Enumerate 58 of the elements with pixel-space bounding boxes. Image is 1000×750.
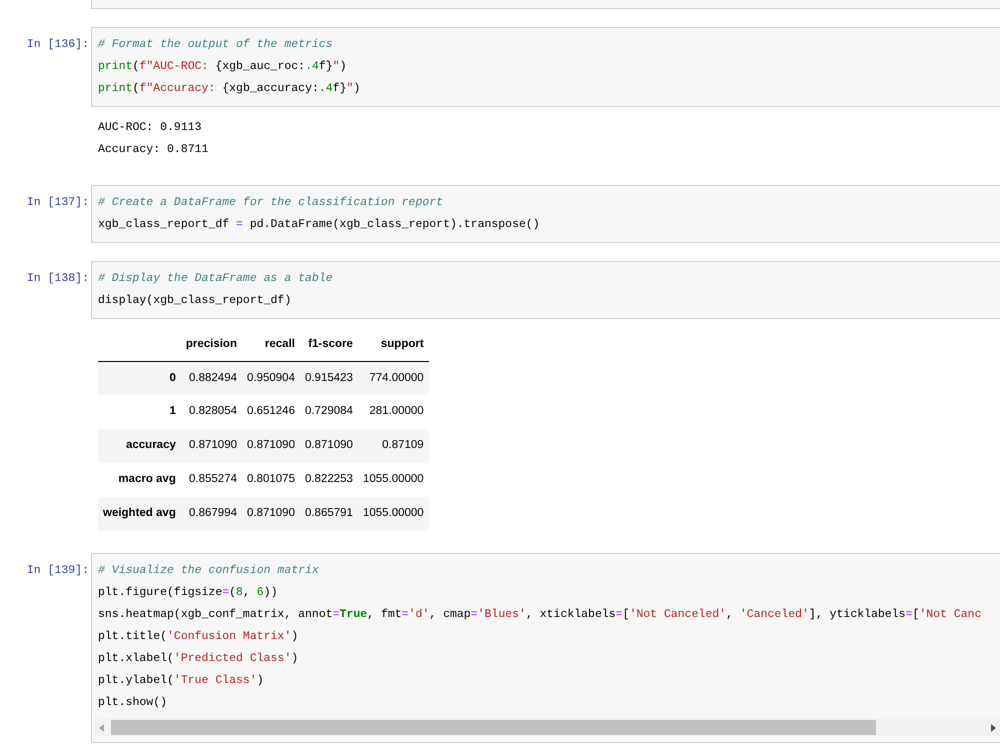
- table-cell: 0.865791: [304, 507, 353, 520]
- code-line: print(f"AUC-ROC: {xgb_auc_roc:.4f}"): [98, 59, 346, 75]
- table-cell: 0.871090: [304, 439, 353, 452]
- left-arrow-icon[interactable]: [99, 724, 104, 732]
- column-header: precision: [186, 338, 237, 350]
- table-cell: 0.729084: [304, 405, 353, 418]
- code-line: plt.xlabel('Predicted Class'): [98, 651, 298, 667]
- column-header: f1-score: [308, 338, 353, 350]
- code-line: print(f"Accuracy: {xgb_accuracy:.4f}"): [98, 81, 360, 97]
- table-cell: 281.00000: [369, 405, 424, 418]
- row-header: macro avg: [118, 473, 176, 486]
- horizontal-scrollbar[interactable]: [95, 719, 1000, 736]
- code-line: # Visualize the confusion matrix: [98, 563, 319, 579]
- code-line: display(xgb_class_report_df): [98, 293, 292, 309]
- table-cell: 0.950904: [247, 372, 295, 384]
- input-prompt: In [137]:: [26, 195, 89, 211]
- code-line: plt.ylabel('True Class'): [98, 673, 264, 689]
- table-cell: 0.882494: [189, 372, 237, 384]
- code-line: xgb_class_report_df = pd.DataFrame(xgb_class_report).transpose(): [98, 217, 540, 233]
- code-line: plt.show(): [98, 695, 168, 711]
- table-cell: 0.801075: [247, 473, 295, 486]
- table-cell: 1055.00000: [362, 507, 424, 520]
- code-input-area[interactable]: # Display the DataFrame as a table display(xgb_class_report_df): [91, 261, 1000, 319]
- table-cell: 0.867994: [189, 507, 237, 520]
- code-line: sns.heatmap(xgb_conf_matrix, annot=True, fmt='d', cmap='Blues', xticklabels=['Not Canceled', 'Canceled'], yticklabels=['Not Canc: [98, 607, 982, 623]
- input-prompt: In [139]:: [26, 563, 89, 579]
- output-text: AUC-ROC: 0.9113: [98, 120, 202, 136]
- column-header: recall: [264, 338, 295, 350]
- table-cell: 0.822253: [304, 473, 353, 486]
- table-cell: 0.871090: [189, 439, 237, 452]
- column-header: support: [380, 338, 424, 350]
- table-cell: 0.855274: [189, 473, 237, 486]
- table-cell: 0.651246: [247, 405, 295, 418]
- table-cell: 0.915423: [304, 372, 353, 384]
- output-text: Accuracy: 0.8711: [98, 142, 208, 158]
- row-header: 1: [169, 405, 176, 418]
- right-arrow-icon[interactable]: [991, 724, 996, 732]
- code-input-area[interactable]: # Format the output of the metrics print(f"AUC-ROC: {xgb_auc_roc:.4f}") print(f"Accuracy: {xgb_accuracy:.4f}"): [91, 27, 1000, 107]
- code-input-area[interactable]: # Create a DataFrame for the classification report xgb_class_report_df = pd.DataFrame(xgb_class_report).transpose(): [91, 185, 1000, 243]
- row-header: weighted avg: [103, 507, 176, 520]
- table-cell: 0.871090: [247, 507, 295, 520]
- code-input-area[interactable]: [91, 553, 1000, 743]
- table-cell: 0.871090: [247, 439, 295, 452]
- row-header: 0: [169, 372, 176, 384]
- code-line: plt.title('Confusion Matrix'): [98, 629, 298, 645]
- table-cell: 0.87109: [382, 439, 424, 452]
- table-cell: 774.00000: [369, 372, 424, 384]
- code-line: # Create a DataFrame for the classification report: [98, 195, 444, 211]
- input-prompt: In [138]:: [26, 271, 89, 287]
- scrollbar-thumb[interactable]: [111, 720, 876, 735]
- table-cell: 1055.00000: [362, 473, 424, 486]
- code-line: # Display the DataFrame as a table: [98, 271, 333, 287]
- table-cell: 0.828054: [189, 405, 237, 418]
- code-line: # Format the output of the metrics: [98, 37, 333, 53]
- input-prompt: In [136]:: [26, 37, 89, 53]
- code-input-area[interactable]: [91, 0, 1000, 9]
- code-line: plt.figure(figsize=(8, 6)): [98, 585, 278, 601]
- row-header: accuracy: [126, 439, 176, 452]
